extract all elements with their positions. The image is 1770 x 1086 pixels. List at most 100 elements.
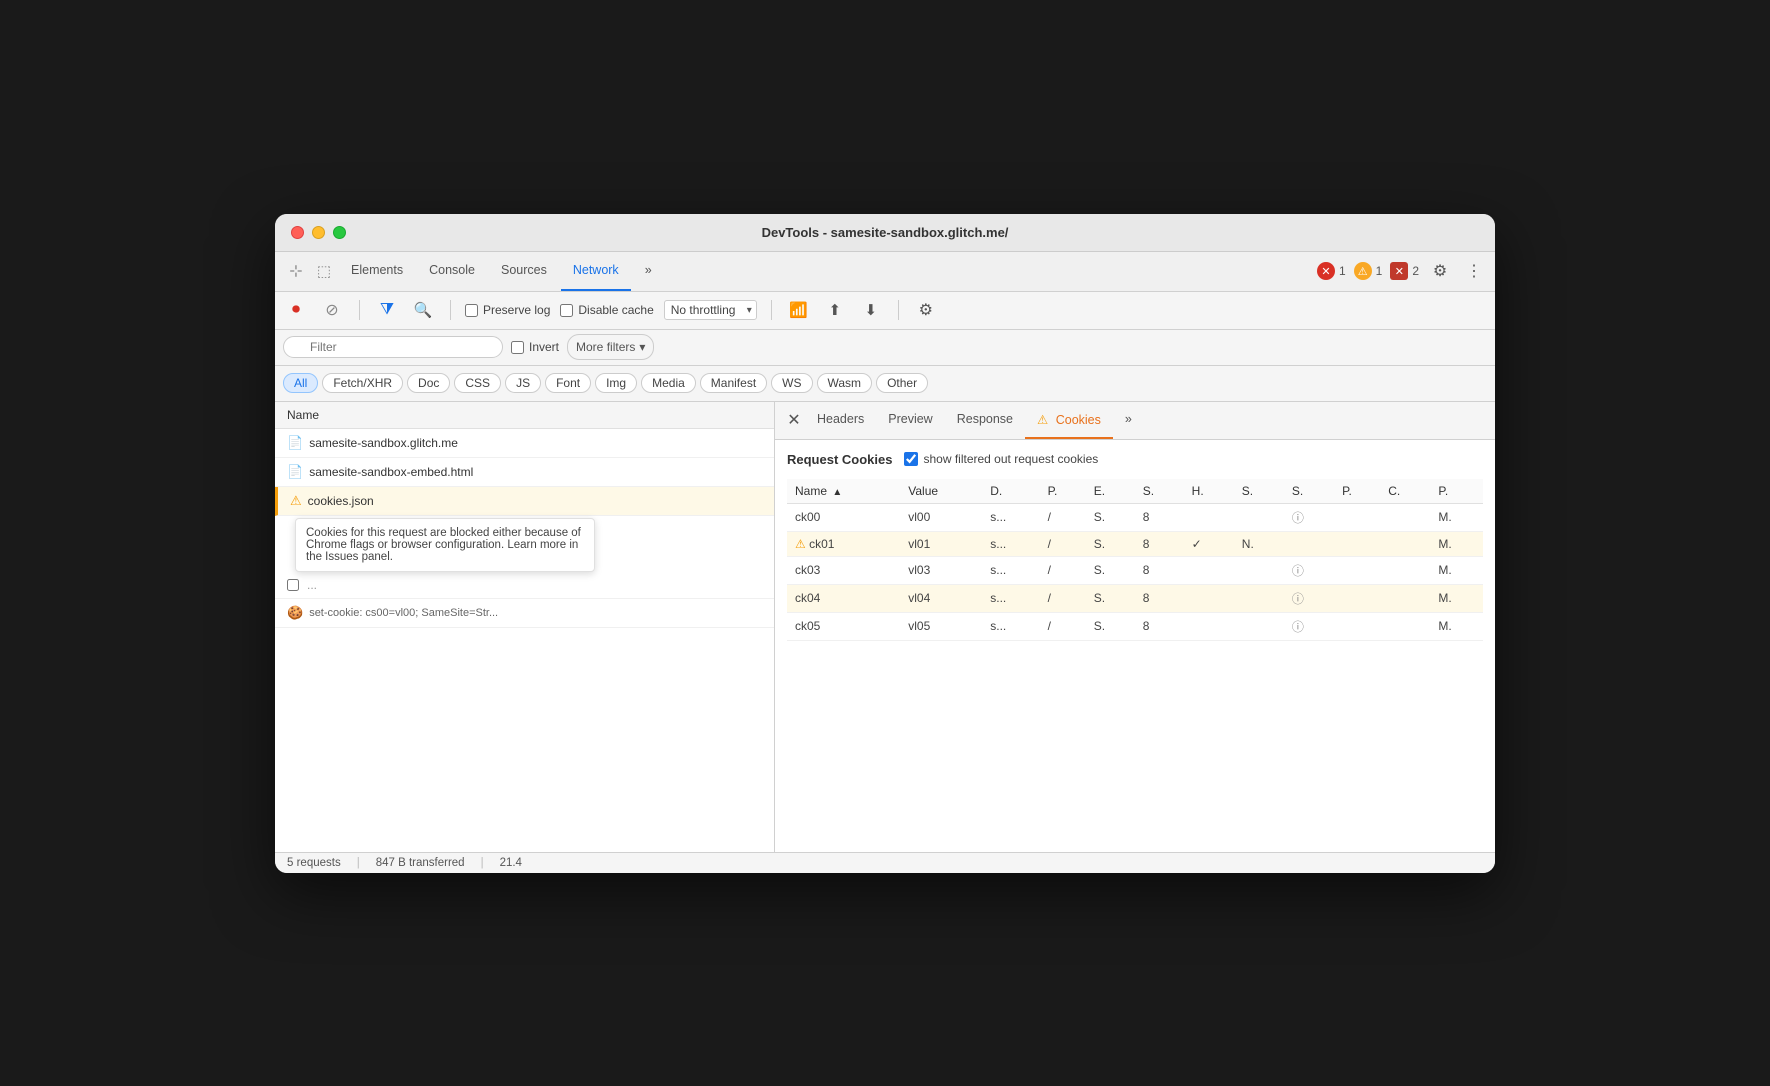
ck03-c bbox=[1380, 556, 1430, 584]
tab-network[interactable]: Network bbox=[561, 251, 631, 291]
col-e[interactable]: E. bbox=[1086, 479, 1135, 504]
col-s2[interactable]: S. bbox=[1234, 479, 1284, 504]
type-js[interactable]: JS bbox=[505, 373, 541, 393]
close-detail-btn[interactable]: ✕ bbox=[783, 409, 805, 431]
maximize-button[interactable] bbox=[333, 226, 346, 239]
show-filtered-checkbox[interactable] bbox=[904, 452, 918, 466]
tab-response[interactable]: Response bbox=[945, 402, 1025, 440]
info-icon-ck00: ⓘ bbox=[1292, 511, 1304, 525]
cookie-row-ck01[interactable]: ⚠ ck01 vl01 s... / S. 8 ✓ N. M. bbox=[787, 531, 1483, 556]
file-item-1[interactable]: 📄 samesite-sandbox.glitch.me bbox=[275, 429, 774, 458]
col-d[interactable]: D. bbox=[982, 479, 1039, 504]
table-header-row: Name ▲ Value D. P. E. S. H. S. S. P. C. … bbox=[787, 479, 1483, 504]
tab-headers[interactable]: Headers bbox=[805, 402, 876, 440]
tab-sources[interactable]: Sources bbox=[489, 251, 559, 291]
cookies-warn-icon: ⚠ bbox=[1037, 413, 1048, 427]
col-p2[interactable]: P. bbox=[1334, 479, 1380, 504]
minimize-button[interactable] bbox=[312, 226, 325, 239]
network-settings-icon[interactable]: ⚙ bbox=[913, 297, 939, 323]
type-wasm[interactable]: Wasm bbox=[817, 373, 873, 393]
filter-icon[interactable]: ⧩ bbox=[374, 297, 400, 323]
device-icon[interactable]: ⬚ bbox=[311, 258, 337, 284]
type-fetch-xhr[interactable]: Fetch/XHR bbox=[322, 373, 403, 393]
col-c[interactable]: C. bbox=[1380, 479, 1430, 504]
ck03-p2 bbox=[1334, 556, 1380, 584]
tab-more[interactable]: » bbox=[633, 251, 664, 291]
ck00-p2 bbox=[1334, 503, 1380, 531]
ck01-s3 bbox=[1284, 531, 1334, 556]
preserve-log-label[interactable]: Preserve log bbox=[465, 303, 550, 317]
cookie-row-ck03[interactable]: ck03 vl03 s... / S. 8 ⓘ M. bbox=[787, 556, 1483, 584]
file-item-3[interactable]: ⚠ cookies.json bbox=[275, 487, 774, 516]
filter-wrapper: ▽ bbox=[283, 336, 503, 358]
ck05-s: 8 bbox=[1135, 612, 1184, 640]
tab-more-detail[interactable]: » bbox=[1113, 402, 1144, 440]
main-toolbar: ⊹ ⬚ Elements Console Sources Network » ✕… bbox=[275, 252, 1495, 292]
tab-preview[interactable]: Preview bbox=[876, 402, 944, 440]
disable-cache-label[interactable]: Disable cache bbox=[560, 303, 653, 317]
wifi-icon[interactable]: 📶 bbox=[786, 297, 812, 323]
file-item-2[interactable]: 📄 samesite-sandbox-embed.html bbox=[275, 458, 774, 487]
ck01-h: ✓ bbox=[1184, 531, 1234, 556]
ck04-h bbox=[1184, 584, 1234, 612]
sort-arrow: ▲ bbox=[832, 487, 842, 498]
invert-checkbox[interactable] bbox=[511, 341, 524, 354]
type-css[interactable]: CSS bbox=[454, 373, 501, 393]
more-options-icon[interactable]: ⋮ bbox=[1461, 258, 1487, 284]
filter-input[interactable] bbox=[283, 336, 503, 358]
close-button[interactable] bbox=[291, 226, 304, 239]
ck00-h bbox=[1184, 503, 1234, 531]
col-p[interactable]: P. bbox=[1040, 479, 1086, 504]
type-other[interactable]: Other bbox=[876, 373, 928, 393]
record-stop-icon[interactable]: ⏺ bbox=[283, 297, 309, 323]
ck01-name: ⚠ ck01 bbox=[787, 531, 900, 556]
ck01-value: vl01 bbox=[900, 531, 982, 556]
col-h[interactable]: H. bbox=[1184, 479, 1234, 504]
type-media[interactable]: Media bbox=[641, 373, 696, 393]
ck01-s: 8 bbox=[1135, 531, 1184, 556]
traffic-lights bbox=[291, 226, 346, 239]
ck03-h bbox=[1184, 556, 1234, 584]
throttle-select[interactable]: No throttling bbox=[664, 300, 757, 320]
type-img[interactable]: Img bbox=[595, 373, 637, 393]
upload-icon[interactable]: ⬆ bbox=[822, 297, 848, 323]
file-item-4-checkbox[interactable] bbox=[287, 579, 299, 591]
ck03-name: ck03 bbox=[787, 556, 900, 584]
ck04-s3: ⓘ bbox=[1284, 584, 1334, 612]
settings-icon[interactable]: ⚙ bbox=[1427, 258, 1453, 284]
clear-icon[interactable]: ⊘ bbox=[319, 297, 345, 323]
col-s[interactable]: S. bbox=[1135, 479, 1184, 504]
cookie-row-ck05[interactable]: ck05 vl05 s... / S. 8 ⓘ M. bbox=[787, 612, 1483, 640]
col-value[interactable]: Value bbox=[900, 479, 982, 504]
show-filtered-label[interactable]: show filtered out request cookies bbox=[904, 452, 1098, 466]
col-p3[interactable]: P. bbox=[1430, 479, 1483, 504]
col-name[interactable]: Name ▲ bbox=[787, 479, 900, 504]
tab-elements[interactable]: Elements bbox=[339, 251, 415, 291]
type-doc[interactable]: Doc bbox=[407, 373, 450, 393]
throttle-wrapper[interactable]: No throttling bbox=[664, 300, 757, 320]
type-font[interactable]: Font bbox=[545, 373, 591, 393]
ck01-c bbox=[1380, 531, 1430, 556]
type-manifest[interactable]: Manifest bbox=[700, 373, 767, 393]
file-item-5[interactable]: 🍪 set-cookie: cs00=vl00; SameSite=Str... bbox=[275, 599, 774, 628]
cookie-row-ck04[interactable]: ck04 vl04 s... / S. 8 ⓘ M. bbox=[787, 584, 1483, 612]
ck00-name: ck00 bbox=[787, 503, 900, 531]
preserve-log-checkbox[interactable] bbox=[465, 304, 478, 317]
ck00-p: / bbox=[1040, 503, 1086, 531]
search-icon[interactable]: 🔍 bbox=[410, 297, 436, 323]
cookie-row-ck00[interactable]: ck00 vl00 s... / S. 8 ⓘ M. bbox=[787, 503, 1483, 531]
ck03-e: S. bbox=[1086, 556, 1135, 584]
col-s3[interactable]: S. bbox=[1284, 479, 1334, 504]
tab-console[interactable]: Console bbox=[417, 251, 487, 291]
download-icon[interactable]: ⬇ bbox=[858, 297, 884, 323]
type-all[interactable]: All bbox=[283, 373, 318, 393]
invert-label[interactable]: Invert bbox=[511, 340, 559, 354]
tab-cookies[interactable]: ⚠ Cookies bbox=[1025, 402, 1113, 440]
more-filters-btn[interactable]: More filters ▾ bbox=[567, 334, 654, 360]
request-cookies-title: Request Cookies bbox=[787, 452, 892, 467]
type-ws[interactable]: WS bbox=[771, 373, 812, 393]
file-item-4[interactable]: ... bbox=[275, 572, 774, 599]
disable-cache-checkbox[interactable] bbox=[560, 304, 573, 317]
inspect-icon[interactable]: ⊹ bbox=[283, 258, 309, 284]
separator-2 bbox=[450, 300, 451, 320]
